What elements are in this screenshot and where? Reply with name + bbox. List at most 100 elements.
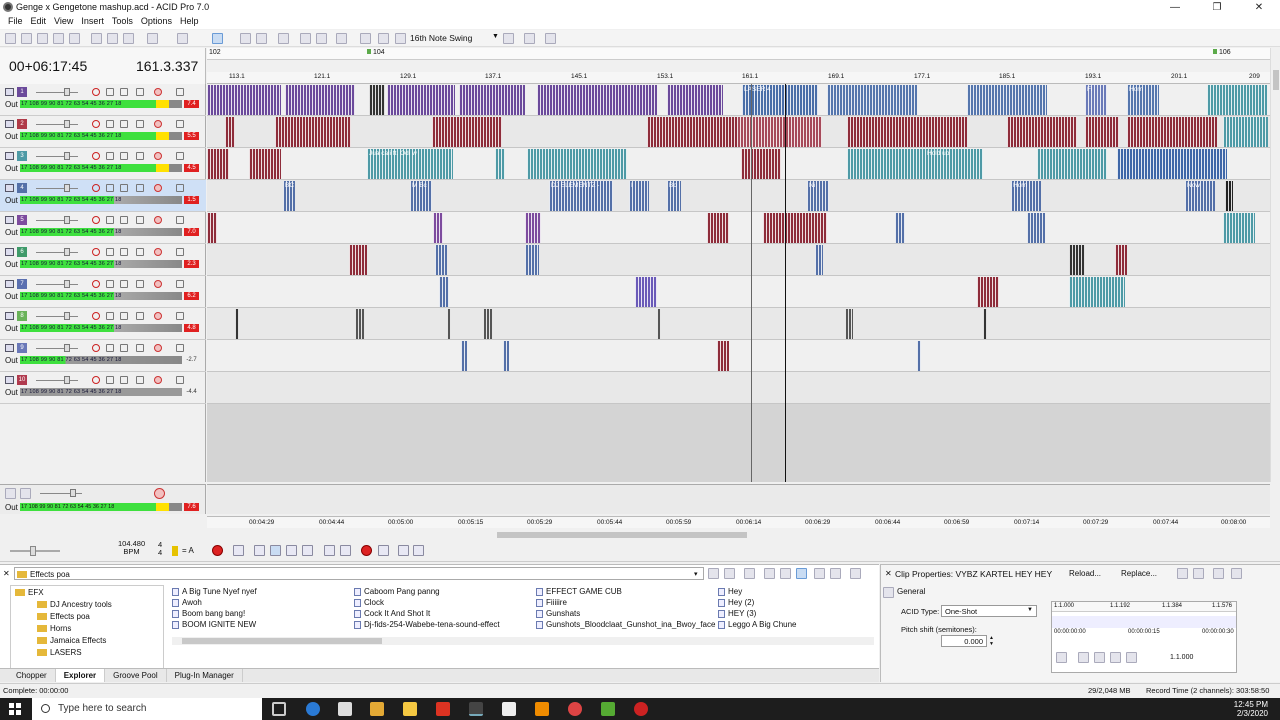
volume-fader[interactable] <box>36 124 78 125</box>
loop-region-start[interactable] <box>751 84 752 482</box>
play-from-start-icon[interactable] <box>1078 652 1089 663</box>
solo-icon[interactable] <box>176 120 184 128</box>
time-ruler[interactable]: 00:04:29 00:04:44 00:05:00 00:05:15 00:0… <box>207 516 1270 528</box>
copy-icon[interactable] <box>107 33 118 44</box>
audio-event[interactable] <box>1085 117 1119 147</box>
solo-icon[interactable] <box>176 344 184 352</box>
track-lane[interactable]: BC M Bc DJ ELEMENTZ - I Bo Ni Horn Now <box>207 180 1270 212</box>
audio-event[interactable] <box>433 213 443 243</box>
erase-tool-icon[interactable] <box>316 33 327 44</box>
envelope-icon[interactable] <box>136 216 144 224</box>
audio-event[interactable] <box>741 149 781 179</box>
file-item[interactable]: Boom bang bang! <box>172 609 245 618</box>
peak-level[interactable]: 1.5 <box>184 196 199 204</box>
track-header-selected[interactable]: 4 Out 17 108 99 90 81 72 63 54 45 36 27 … <box>0 180 206 212</box>
track-header[interactable]: 3 Out 17 108 99 90 81 72 63 54 45 36 27 … <box>0 148 206 180</box>
audio-event[interactable] <box>439 277 449 307</box>
file-item[interactable]: A Big Tune Nyef nyef <box>172 587 257 596</box>
audio-event[interactable] <box>717 341 729 371</box>
fader-knob[interactable] <box>64 280 70 288</box>
master-peak[interactable]: 7.6 <box>184 503 199 511</box>
file-item[interactable]: Clock <box>354 598 384 607</box>
play-icon[interactable] <box>1094 652 1105 663</box>
mute-icon[interactable] <box>106 248 114 256</box>
tree-item[interactable]: Horns <box>37 624 71 633</box>
metronome-icon[interactable] <box>545 33 556 44</box>
file-item[interactable]: Awoh <box>172 598 202 607</box>
tools-icon[interactable] <box>398 545 409 556</box>
fx-icon[interactable] <box>120 248 128 256</box>
audio-event[interactable] <box>461 341 467 371</box>
fx-icon[interactable] <box>120 184 128 192</box>
record-app-icon[interactable] <box>634 702 648 716</box>
audio-event[interactable] <box>707 213 729 243</box>
track-lane[interactable] <box>207 244 1270 276</box>
gear-icon[interactable] <box>154 120 162 128</box>
loop-playback-icon[interactable] <box>1056 652 1067 663</box>
menu-file[interactable]: File <box>4 15 27 29</box>
menu-options[interactable]: Options <box>137 15 176 29</box>
solo-icon[interactable] <box>176 184 184 192</box>
record-arm-icon[interactable] <box>92 248 100 256</box>
solo-icon[interactable] <box>176 280 184 288</box>
master-fader-knob[interactable] <box>70 489 76 497</box>
peak-level[interactable]: 4.5 <box>184 164 199 172</box>
fx-icon[interactable] <box>120 376 128 384</box>
mute-icon[interactable] <box>106 280 114 288</box>
audio-event[interactable] <box>432 117 502 147</box>
audio-event[interactable]: Fi <box>1085 85 1107 115</box>
fx-icon[interactable] <box>120 88 128 96</box>
metronome-record-icon[interactable] <box>361 545 372 556</box>
volume-fader[interactable] <box>36 316 78 317</box>
fader-knob[interactable] <box>64 248 70 256</box>
audio-event[interactable] <box>1207 85 1267 115</box>
record-arm-icon[interactable] <box>92 344 100 352</box>
audio-event[interactable] <box>1037 149 1107 179</box>
new-file-icon[interactable] <box>5 33 16 44</box>
file-list[interactable]: A Big Tune Nyef nyef Awoh Boom bang bang… <box>172 585 874 643</box>
views-icon[interactable] <box>850 568 861 579</box>
gear-icon[interactable] <box>154 376 162 384</box>
audio-event[interactable] <box>1069 245 1085 275</box>
playhead-cursor[interactable] <box>785 84 786 482</box>
track-header[interactable]: 2 Out 17 108 99 90 81 72 63 54 45 36 27 … <box>0 116 206 148</box>
mute-icon[interactable] <box>106 120 114 128</box>
fader-knob[interactable] <box>64 216 70 224</box>
menu-edit[interactable]: Edit <box>27 15 51 29</box>
audio-event[interactable] <box>647 117 737 147</box>
bus-mute-icon[interactable] <box>20 488 31 499</box>
minimize-button[interactable]: — <box>1154 0 1196 15</box>
gear-icon[interactable] <box>154 312 162 320</box>
gear-icon[interactable] <box>154 152 162 160</box>
audio-event[interactable]: DJ ELEMENTZ - <box>549 181 613 211</box>
mute-icon[interactable] <box>106 152 114 160</box>
menu-insert[interactable]: Insert <box>77 15 108 29</box>
track-header[interactable]: 6 Out 17 108 99 90 81 72 63 54 45 36 27 … <box>0 244 206 276</box>
new-folder-icon[interactable] <box>744 568 755 579</box>
tree-item[interactable]: LASERS <box>37 648 82 657</box>
tree-item[interactable]: DJ Ancestry tools <box>37 600 112 609</box>
volume-fader[interactable] <box>36 348 78 349</box>
start-windows-icon[interactable] <box>9 703 21 715</box>
track-lane[interactable]: LASER 4 Fi Horn <box>207 84 1270 116</box>
save-icon[interactable] <box>1213 568 1224 579</box>
record-arm-icon[interactable] <box>92 280 100 288</box>
track-header[interactable]: 10 Out 17 108 99 90 81 72 63 54 45 36 27… <box>0 372 206 404</box>
file-item[interactable]: Fiiiiire <box>536 598 567 607</box>
peak-level[interactable]: 7.4 <box>184 100 199 108</box>
redo-icon[interactable] <box>177 33 188 44</box>
audio-event[interactable] <box>387 85 455 115</box>
zoom-tool-icon[interactable] <box>278 33 289 44</box>
close-button[interactable]: ✕ <box>1238 0 1280 15</box>
volume-fader[interactable] <box>36 188 78 189</box>
master-bus-header[interactable]: Out 17 108 99 90 81 72 63 54 45 36 27 18… <box>0 484 206 514</box>
marker-flag-icon[interactable] <box>1213 49 1217 54</box>
fader-knob[interactable] <box>64 88 70 96</box>
audio-event[interactable] <box>667 85 723 115</box>
envelope-icon[interactable] <box>136 344 144 352</box>
track-output[interactable]: Out <box>5 228 18 237</box>
audio-event[interactable] <box>827 85 917 115</box>
clip-waveform-preview[interactable]: 1.1.000 1.1.192 1.1.384 1.1.576 00:00:00… <box>1051 601 1237 673</box>
audio-event[interactable] <box>249 149 281 179</box>
app-icon[interactable] <box>601 702 615 716</box>
